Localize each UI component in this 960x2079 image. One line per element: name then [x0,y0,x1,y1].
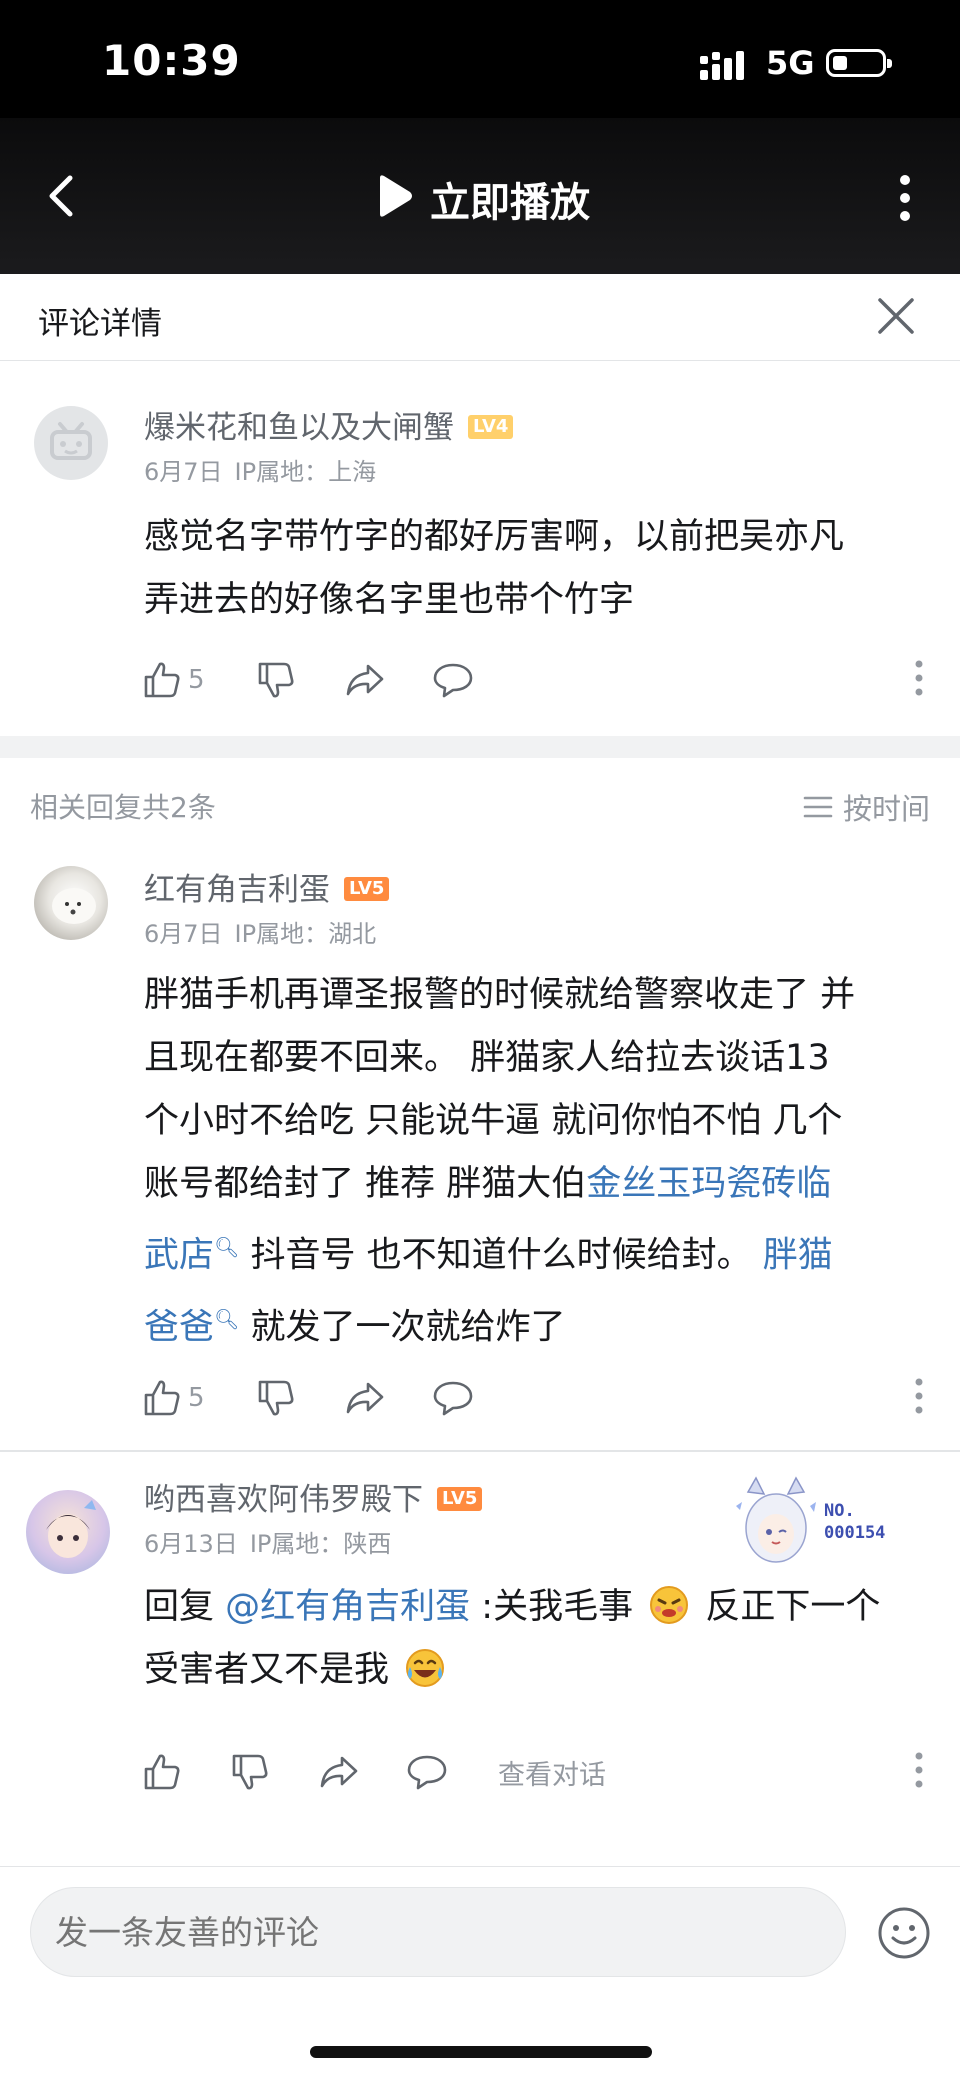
play-now-button[interactable]: 立即播放 [430,170,590,228]
search-magnifier-icon: 🔍︎ [214,1306,240,1331]
avatar[interactable] [26,1490,110,1574]
signal-icon [700,51,744,80]
thumbs-down-icon [258,662,294,698]
reply-count: 相关回复共2条 [30,791,216,824]
comment-actions: 查看对话 [140,1748,960,1796]
like-button[interactable]: 5 [142,656,205,704]
share-button[interactable] [344,656,386,704]
sort-by-time-button[interactable]: 按时间 [803,786,930,828]
ip-location: IP属地：湖北 [234,920,377,948]
anime-girl-badge-icon [736,1476,816,1563]
reply-item: 红有角吉利蛋 LV5 6月7日 IP属地：湖北 胖猫手机再谭圣报警的时候就给警察收走… [0,844,960,1444]
list-sort-icon [803,796,833,818]
more-options-icon[interactable] [914,1374,924,1418]
network-type: 5G [766,44,815,82]
view-conversation-button[interactable]: 查看对话 [498,1748,606,1796]
replies-header: 相关回复共2条 按时间 [0,758,960,844]
avatar[interactable] [34,866,108,940]
close-icon[interactable] [876,296,916,336]
dislike-button[interactable] [256,656,296,704]
search-link-tile-store[interactable]: 金丝玉玛瓷砖临 [586,1164,831,1204]
search-link-fatcat-cont[interactable]: 爸爸 [144,1307,214,1347]
reply-button[interactable] [432,656,474,704]
fan-badge[interactable]: NO. 000154 [730,1476,946,1572]
comment-actions: 5 [140,1374,960,1422]
dislike-button[interactable] [256,1374,296,1422]
username[interactable]: 爆米花和鱼以及大闸蟹 LV4 [144,402,514,447]
avatar[interactable] [34,406,108,480]
emoji-icon[interactable] [876,1905,932,1961]
username[interactable]: 红有角吉利蛋 LV5 [144,864,390,909]
search-magnifier-icon: 🔍︎ [214,1235,240,1259]
share-button[interactable] [344,1374,386,1422]
more-options-icon[interactable] [914,656,924,700]
battery-icon [826,49,892,77]
search-link-tile-store-cont[interactable]: 武店 [144,1236,214,1276]
share-icon [346,664,384,696]
reply-button[interactable] [406,1748,448,1796]
more-vertical-icon[interactable] [890,172,920,224]
level-badge: LV5 [344,876,390,901]
comment-detail-header: 评论详情 [0,274,960,361]
like-button[interactable] [142,1748,182,1796]
username[interactable]: 哟西喜欢阿伟罗殿下 LV5 [144,1474,483,1519]
home-indicator [310,2046,652,2058]
like-count: 5 [188,1383,205,1413]
comment-input[interactable] [30,1887,846,1977]
reply-button[interactable] [432,1374,474,1422]
like-button[interactable]: 5 [142,1374,205,1422]
share-button[interactable] [318,1748,360,1796]
fan-badge-number: NO. 000154 [824,1501,886,1543]
comment-date: 6月7日 [144,458,223,486]
default-avatar-icon [50,422,92,460]
thumbs-down-icon [232,1754,268,1790]
play-icon[interactable] [376,174,414,218]
like-count: 5 [188,665,205,695]
thumbs-down-icon [258,1380,294,1416]
thumbs-up-icon [144,662,180,698]
comment-bubble-icon [433,663,473,698]
mention-link[interactable]: @红有角吉利蛋 [225,1587,470,1627]
embarrassed-emoji-icon [650,1586,689,1624]
ip-location: IP属地：上海 [234,458,377,486]
comment-date: 6月7日 [144,920,223,948]
level-badge: LV5 [437,1486,483,1511]
section-divider [0,736,960,758]
share-icon [320,1756,358,1788]
thumbs-up-icon [144,1754,180,1790]
comment-meta: 6月13日 IP属地：陕西 [144,1524,403,1559]
anime-portrait-avatar [46,1500,96,1558]
comment-text: 胖猫手机再谭圣报警的时候就给警察收走了 并 且现在都要不回来。 胖猫家人给拉去谈… [144,975,856,1348]
comment-date: 6月13日 [144,1530,238,1558]
page-title: 评论详情 [38,306,162,342]
comment-bubble-icon [433,1381,473,1416]
comment-meta: 6月7日 IP属地：湖北 [144,914,388,949]
dislike-button[interactable] [230,1748,270,1796]
laughing-tears-emoji-icon [406,1649,445,1687]
ip-location: IP属地：陕西 [249,1530,392,1558]
status-bar: 10:39 5G [0,0,960,118]
thumbs-up-icon [144,1380,180,1416]
comment-bubble-icon [407,1755,447,1790]
dog-photo-avatar [52,888,96,924]
root-comment: 爆米花和鱼以及大闸蟹 LV4 6月7日 IP属地：上海 感觉名字带竹字的都好厉害啊，… [0,360,960,736]
comment-text: 感觉名字带竹字的都好厉害啊，以前把吴亦凡 弄进去的好像名字里也带个竹字 [144,517,845,620]
comment-actions: 5 [140,656,960,704]
status-time: 10:39 [102,36,241,85]
more-options-icon[interactable] [914,1748,924,1792]
comment-meta: 6月7日 IP属地：上海 [144,452,388,487]
comment-text: 回复 @红有角吉利蛋 :关我毛事 反正下一个 受害者又不是我 [144,1576,934,1702]
share-icon [346,1382,384,1414]
level-badge: LV4 [468,414,514,439]
search-link-fatcat[interactable]: 胖猫 [763,1236,833,1276]
back-arrow-icon[interactable] [36,170,88,222]
player-bar: 立即播放 [0,118,960,274]
